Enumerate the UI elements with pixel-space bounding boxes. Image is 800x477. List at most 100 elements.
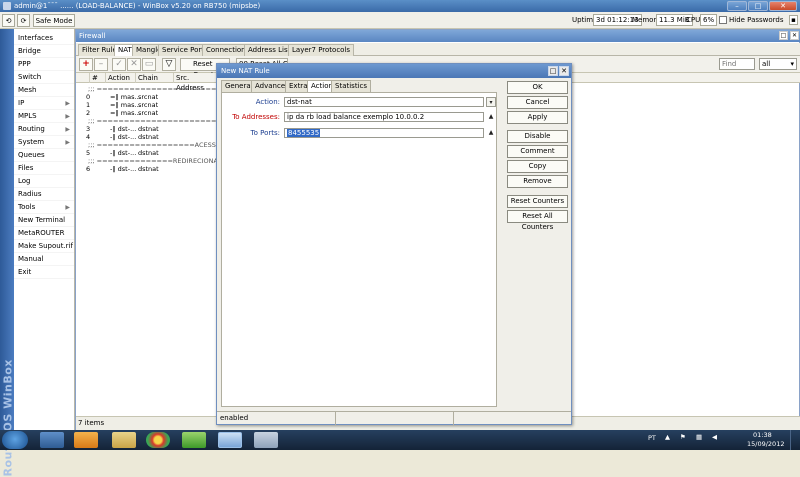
add-rule-button[interactable]: + [79,58,93,71]
sidebar-item-make-supout-rif[interactable]: Make Supout.rif [14,240,74,253]
filter-icon[interactable]: ▽ [162,58,176,71]
main-toolbar: ⟲ ⟳ Safe Mode Uptime: 3d 01:12:13 Memory… [0,12,800,29]
sidebar-item-ip[interactable]: IP ▶ [14,97,74,110]
rule-action: -‖ dst-... [110,133,137,141]
new-nat-rule-dialog: New NAT Rule □ ✕ General Advanced Extra Act… [216,63,572,425]
firewall-title: Firewall [79,32,106,40]
sidebar-item-tools[interactable]: Tools ▶ [14,201,74,214]
rule-number: 6 [86,165,91,173]
remove-rule-button[interactable]: – [94,58,108,71]
show-desktop-button[interactable] [790,430,800,450]
to-addresses-field[interactable]: ip da rb load balance exemplo 10.0.0.2 [284,112,484,122]
col-number[interactable]: # [90,73,106,83]
ie-icon[interactable] [40,432,64,448]
sidebar-item-mpls[interactable]: MPLS ▶ [14,110,74,123]
rule-chain: srcnat [138,101,159,109]
network-app-icon[interactable] [182,432,206,448]
minimize-button[interactable]: – [727,1,747,11]
winbox-taskbar-icon[interactable] [218,432,242,448]
sidebar-item-metarouter[interactable]: MetaROUTER [14,227,74,240]
sidebar-item-radius[interactable]: Radius [14,188,74,201]
window-titlebar: admin@1¯¯¯ ...... (LOAD-BALANCE) - WinBo… [0,0,800,12]
firewall-title-bar: Firewall [76,30,800,42]
reset-all-counters-button[interactable]: Reset All Counters [507,210,568,231]
to-ports-field[interactable]: 8455535 [284,128,484,138]
dialog-maximize-button[interactable]: □ [548,66,558,76]
sidebar-item-bridge[interactable]: Bridge [14,45,74,58]
sidebar-item-routing[interactable]: Routing ▶ [14,123,74,136]
clock-time[interactable]: 01:38 [753,431,772,439]
chrome-icon[interactable] [146,432,170,448]
firewall-maximize-button[interactable]: □ [779,31,788,40]
sidebar-item-ppp[interactable]: PPP [14,58,74,71]
sidebar-item-system[interactable]: System ▶ [14,136,74,149]
safe-mode-button[interactable]: Safe Mode [33,14,75,27]
to-addresses-collapse-icon[interactable]: ▲ [486,112,496,122]
rule-number: 5 [86,149,91,157]
paint-icon[interactable] [254,432,278,448]
comment-button[interactable]: ▭ [142,58,156,71]
hide-passwords-checkbox[interactable] [719,16,727,24]
col-action[interactable]: Action [106,73,136,83]
ok-button[interactable]: OK [507,81,568,94]
start-button[interactable] [2,431,28,449]
sidebar-item-files[interactable]: Files [14,162,74,175]
rule-action: -‖ dst-... [110,165,137,173]
action-label: Action: [255,98,280,106]
rule-chain: dstnat [138,125,159,133]
enable-rule-button[interactable]: ✓ [112,58,126,71]
col-chain[interactable]: Chain [136,73,174,83]
undo-button[interactable]: ⟲ [2,14,15,27]
tab-layer7-protocols[interactable]: Layer7 Protocols [288,44,355,56]
sidebar-item-label: New Terminal [18,216,66,224]
remove-button[interactable]: Remove [507,175,568,188]
sidebar-item-new-terminal[interactable]: New Terminal [14,214,74,227]
maximize-button[interactable]: □ [748,1,768,11]
reset-counters-button[interactable]: Reset Counters [507,195,568,208]
sidebar-item-log[interactable]: Log [14,175,74,188]
sidebar-item-mesh[interactable]: Mesh [14,84,74,97]
firewall-tabs: Filter Rules NAT Mangle Service Ports Connec… [76,43,800,57]
disable-rule-button[interactable]: ✕ [127,58,141,71]
col-src-address[interactable]: Src. Address [174,73,220,92]
find-input[interactable] [719,58,755,70]
col-flag[interactable] [76,73,90,83]
sidebar-item-interfaces[interactable]: Interfaces [14,32,74,45]
undo-icon: ⟲ [5,16,12,25]
firewall-close-button[interactable]: ✕ [790,31,799,40]
tray-arrow-icon[interactable]: ▲ [665,433,670,441]
filter-select-value: all [762,60,771,68]
rule-action: -‖ dst-... [110,125,137,133]
sidebar-item-exit[interactable]: Exit [14,266,74,279]
dialog-close-button[interactable]: ✕ [559,66,569,76]
network-icon[interactable]: ▦ [696,433,702,441]
volume-icon[interactable]: ◀ [712,433,717,441]
redo-button[interactable]: ⟳ [17,14,30,27]
sidebar-item-manual[interactable]: Manual [14,253,74,266]
explorer-icon[interactable] [112,432,136,448]
clock-date[interactable]: 15/09/2012 [747,440,784,448]
sidebar-item-label: Tools [18,203,36,211]
to-ports-value: 8455535 [287,129,321,137]
copy-button[interactable]: Copy [507,160,568,173]
flag-icon[interactable]: ⚑ [680,433,686,441]
sidebar-item-queues[interactable]: Queues [14,149,74,162]
submenu-arrow-icon: ▶ [65,139,70,146]
action-select[interactable]: dst-nat [284,97,484,107]
cancel-button[interactable]: Cancel [507,96,568,109]
comment-button[interactable]: Comment [507,145,568,158]
winbox-app-icon [3,2,11,10]
rule-chain: dstnat [138,149,159,157]
to-ports-collapse-icon[interactable]: ▲ [486,128,496,138]
dialog-tab-statistics[interactable]: Statistics [331,80,371,92]
language-indicator[interactable]: PT [648,434,656,442]
apply-button[interactable]: Apply [507,111,568,124]
media-player-icon[interactable] [74,432,98,448]
close-window-button[interactable]: ✕ [769,1,797,11]
action-dropdown-icon[interactable]: ▾ [486,97,496,107]
filter-select[interactable]: all ▾ [759,58,797,70]
dialog-status-bar: enabled [217,411,571,425]
rule-chain: dstnat [138,165,159,173]
sidebar-item-switch[interactable]: Switch [14,71,74,84]
disable-button[interactable]: Disable [507,130,568,143]
